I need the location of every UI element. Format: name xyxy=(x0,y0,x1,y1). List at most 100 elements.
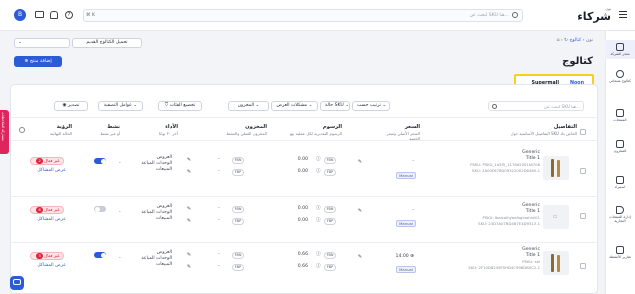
active-toggle[interactable] xyxy=(94,252,106,258)
breadcrumb-root[interactable]: نون xyxy=(586,38,593,43)
price-mode-badge: Manual xyxy=(396,172,416,179)
export-label: تصدير xyxy=(67,103,80,108)
sidebar-item-label: المنتجات xyxy=(613,118,627,122)
edit-inventory-icon[interactable]: ✎ xyxy=(186,252,192,258)
search-box[interactable]: ابحث عن SKU هنا... ⌘ K xyxy=(83,9,523,22)
download-old-catalog-button[interactable]: تحميل الكتالوج القديم xyxy=(72,38,142,48)
product-placeholder-icon: ▫ xyxy=(553,213,558,220)
edit-inventory-icon[interactable]: ✎ xyxy=(186,206,192,212)
product-image xyxy=(557,160,560,177)
sidebar-item-reports[interactable]: تقارير الأنشطة xyxy=(605,246,635,259)
inventory-filter[interactable]: المخزون ⌄ xyxy=(228,101,269,111)
performance-value: - xyxy=(119,256,121,261)
sidebar-item-products[interactable]: المنتجات xyxy=(605,109,635,122)
home-icon[interactable]: ⌂ xyxy=(556,38,559,43)
sidebar-item-store[interactable]: متجر الشركة xyxy=(605,40,635,59)
perf-sales-label: المبيعات xyxy=(155,167,172,172)
sidebar-item-catalog[interactable]: كتالوج منتجاتي xyxy=(605,70,635,83)
perf-sales-label: المبيعات xyxy=(155,262,172,267)
dropdown-button[interactable]: ⌄ xyxy=(14,38,70,48)
view-issues-link[interactable]: عرض المشاكل xyxy=(30,263,66,269)
edit-inventory-icon[interactable]: ✎ xyxy=(186,218,192,224)
visibility-status: 6 غير فعال xyxy=(30,206,64,214)
fee-info-icon[interactable]: ⓘ xyxy=(316,218,321,224)
product-details: Generic Title 1 PSKU: PSKU_1a3f5_1178d20… xyxy=(410,150,540,174)
fee-info-icon[interactable]: ⓘ xyxy=(316,157,321,163)
column-settings-icon[interactable] xyxy=(19,127,25,133)
toggle-knob xyxy=(100,158,106,164)
fee-info-icon[interactable]: ⓘ xyxy=(316,252,321,258)
refresh-icon[interactable]: ↻ xyxy=(564,38,568,43)
export-button[interactable]: ◉ تصدير xyxy=(54,101,88,111)
inventory-value: - xyxy=(218,206,220,211)
product-details: Generic Title 1 PSKU: sel SKU: 2F10D8249… xyxy=(410,247,540,271)
active-toggle[interactable] xyxy=(94,206,106,212)
header-details-sub: التفاصيل الأساسية حول SKU الخاص بك xyxy=(510,131,577,136)
edit-price-icon[interactable]: ✎ xyxy=(357,208,363,214)
header-price-title: السعر xyxy=(404,124,420,130)
messages-icon[interactable] xyxy=(35,11,44,18)
edit-inventory-icon[interactable]: ✎ xyxy=(186,264,192,270)
sidebar-item-brands[interactable]: إدارة المنتجات التجارية xyxy=(605,206,635,223)
price-value: - xyxy=(412,208,414,213)
performance-value: - xyxy=(119,210,121,215)
category-filter[interactable]: ⛉ تخضيع الفئات xyxy=(158,101,202,111)
product-thumbnail[interactable] xyxy=(543,156,569,180)
fee-info-icon[interactable]: ⓘ xyxy=(316,264,321,270)
menu-icon[interactable] xyxy=(619,11,627,18)
visibility-label: غير فعال xyxy=(44,158,60,163)
chat-support-button[interactable] xyxy=(10,276,24,290)
product-thumbnail[interactable] xyxy=(543,251,569,275)
header-fees: الرسوم الرسوم التقديرية لكل عملية بيع xyxy=(288,124,342,136)
row-checkbox[interactable] xyxy=(580,213,586,219)
brand-logo[interactable]: نون شركاء xyxy=(577,7,611,23)
toggle-knob xyxy=(94,206,100,212)
fee-info-icon[interactable]: ⓘ xyxy=(316,206,321,212)
edit-inventory-icon[interactable]: ✎ xyxy=(186,169,192,175)
row-checkbox[interactable] xyxy=(580,168,586,174)
store-icon xyxy=(616,43,624,51)
visibility-label: غير فعال xyxy=(44,207,60,212)
view-issues-link[interactable]: عرض المشاكل xyxy=(30,217,66,223)
header-performance-sub: آخر ٣٠ يومًا xyxy=(158,131,178,136)
add-product-button[interactable]: ⊕ إضافة منتج xyxy=(14,56,62,67)
feedback-tab[interactable]: مشاركة الملاحظات xyxy=(0,110,9,154)
category-filter-label: تخضيع الفئات xyxy=(169,103,196,108)
sort-button[interactable]: ترتيب حسب ⌄ xyxy=(352,101,390,111)
edit-price-icon[interactable]: ✎ xyxy=(357,159,363,165)
visibility-status: 3 غير فعال xyxy=(30,252,64,260)
notifications-icon[interactable] xyxy=(50,11,58,19)
view-issues-link[interactable]: عرض المشاكل xyxy=(30,168,66,174)
price-value: 14.00 ⊕ xyxy=(395,254,414,259)
header-inventory: المخزون المخزون الفعلي والنشط xyxy=(215,124,267,136)
inventory-icon xyxy=(616,140,624,148)
issues-count: 2 xyxy=(36,158,43,164)
sidebar-item-inventory[interactable]: المخزون xyxy=(605,140,635,153)
edit-inventory-icon[interactable]: ✎ xyxy=(186,157,192,163)
toggle-knob xyxy=(100,252,106,258)
fee-info-icon[interactable]: ⓘ xyxy=(316,169,321,175)
header-performance-title: الأداء xyxy=(165,124,178,130)
inventory-filter-label: المخزون xyxy=(237,103,255,108)
select-all-checkbox[interactable] xyxy=(580,129,586,135)
price-mode-badge: Manual xyxy=(396,220,416,227)
row-checkbox[interactable] xyxy=(580,263,586,269)
product-thumbnail[interactable]: ▫ xyxy=(543,205,569,229)
edit-price-icon[interactable]: ✎ xyxy=(357,254,363,260)
sidebar-item-label: إدارة المنتجات التجارية xyxy=(609,215,631,223)
visibility-label: غير فعال xyxy=(44,253,60,258)
status-filter[interactable]: حالة SKU ⌄ xyxy=(320,101,350,111)
sidebar-item-import[interactable]: استيراد xyxy=(605,176,635,189)
price-mode-label: Manual xyxy=(399,173,413,178)
user-avatar[interactable]: B xyxy=(14,9,26,21)
filter-search[interactable]: ابحث عن SKU هنا... xyxy=(488,101,584,111)
header-inventory-sub: المخزون الفعلي والنشط xyxy=(226,131,267,136)
search-placeholder: ابحث عن SKU هنا... xyxy=(469,13,509,18)
header-active-title: نشط xyxy=(107,124,120,130)
product-sku: SKU: 2A00F678D09322002D6480-1 xyxy=(472,168,540,173)
active-toggle[interactable] xyxy=(94,158,106,164)
help-icon[interactable]: ? xyxy=(65,11,73,19)
header-active: نشط أو غير نشط xyxy=(84,124,120,136)
issues-filter[interactable]: مشكلات العرض ⌄ xyxy=(271,101,318,111)
more-filters-button[interactable]: عوامل التصفية ⌄ xyxy=(98,101,143,111)
